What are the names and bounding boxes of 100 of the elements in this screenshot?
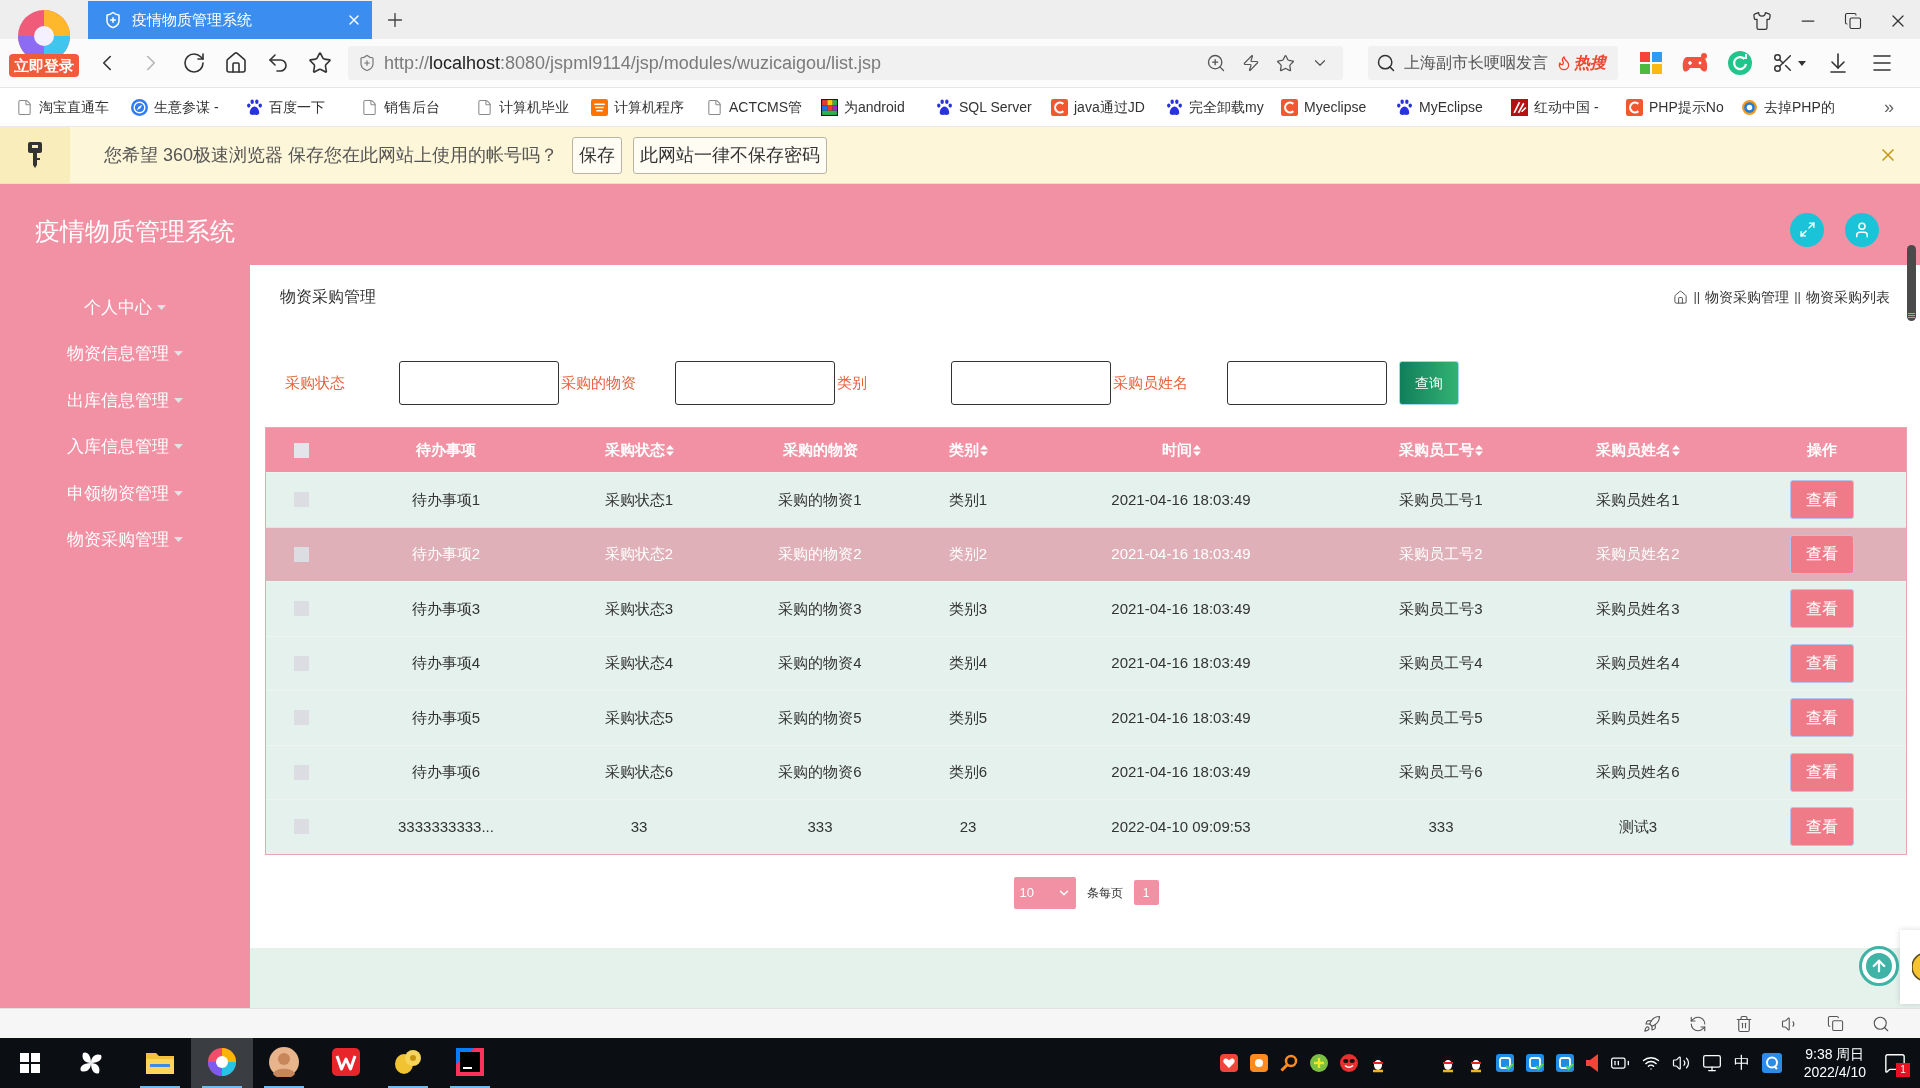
scissors-icon[interactable]	[1772, 52, 1794, 74]
table-cell-text: 2021-04-16 18:03:49	[1111, 707, 1251, 728]
magnifier-icon[interactable]	[1279, 1054, 1298, 1072]
check-tile-icon[interactable]	[1495, 1054, 1514, 1072]
search-field[interactable]: 上海副市长哽咽发言 热搜	[1368, 46, 1618, 80]
table-cell-text: 2021-04-16 18:03:49	[1111, 544, 1251, 564]
search-icon[interactable]	[1872, 1014, 1890, 1033]
sunglasses-face-icon[interactable]	[1339, 1054, 1358, 1072]
more-bookmarks[interactable]: »	[1884, 93, 1894, 121]
rocket-icon[interactable]	[1643, 1014, 1661, 1033]
table-cell-text: 采购员姓名1	[1596, 489, 1680, 510]
volume-icon[interactable]	[1671, 1054, 1690, 1072]
refresh-icon[interactable]	[1689, 1014, 1707, 1033]
bookmark-item[interactable]: 淘宝直通车	[16, 96, 131, 118]
per-page-label: 条每页	[1086, 884, 1123, 902]
check-tile-icon[interactable]	[1555, 1054, 1574, 1072]
star-icon[interactable]	[308, 51, 332, 75]
bookmark-item[interactable]: 红动中国 -	[1511, 96, 1626, 118]
shirt-icon[interactable]	[1752, 11, 1772, 31]
wifi-icon[interactable]	[1641, 1054, 1660, 1072]
input-field[interactable]	[1227, 361, 1387, 405]
ring-tile-icon[interactable]	[1761, 1053, 1782, 1073]
address-field[interactable]: http://localhost:8080/jspml9114/jsp/modules/wuzicaigou/list.jsp	[348, 46, 1343, 80]
table-cell-text: 采购的物资2	[778, 544, 862, 564]
input-field[interactable]	[399, 361, 559, 405]
paw-icon	[1166, 98, 1183, 116]
bookmark-item[interactable]: Myeclipse	[1281, 96, 1396, 118]
table-cell-text: 采购的物资3	[778, 598, 862, 619]
paw-icon	[936, 98, 953, 116]
bookmark-item[interactable]: 为android	[821, 96, 936, 118]
field-label: 类别	[837, 372, 868, 393]
table-cell-text: 采购员姓名3	[1596, 598, 1680, 619]
query-button[interactable]: 查询	[1399, 361, 1459, 405]
scrollbar-thumb[interactable]	[1907, 245, 1916, 321]
restore-icon[interactable]	[1844, 12, 1862, 30]
table-cell-text: 类别2	[948, 544, 988, 564]
undo-icon[interactable]	[266, 51, 290, 75]
page-icon	[16, 98, 33, 116]
check-tile-icon[interactable]	[1525, 1054, 1544, 1072]
prompt-button[interactable]: 此网站一律不保存密码	[633, 136, 828, 174]
prompt-button[interactable]: 保存	[572, 136, 623, 174]
bookmark-item[interactable]: 完全卸载my	[1166, 96, 1281, 118]
input-method-indicator[interactable]: 中	[1733, 1051, 1750, 1075]
breadcrumb-separator: ||	[1794, 288, 1801, 307]
table-cell-text: 2021-04-16 18:03:49	[1111, 598, 1251, 619]
app-tile-icon[interactable]	[1249, 1054, 1268, 1072]
bookmark-item[interactable]: 去掉PHP的	[1741, 96, 1856, 118]
window-icon[interactable]	[1827, 1015, 1844, 1032]
notification-icon[interactable]	[1884, 1052, 1906, 1074]
bookmark-item[interactable]: SQL Server	[936, 96, 1051, 118]
bookmark-item[interactable]: 百度一下	[246, 96, 361, 118]
input-field[interactable]	[675, 361, 835, 405]
home-icon[interactable]	[1673, 289, 1689, 305]
monitor-icon[interactable]	[1701, 1053, 1722, 1073]
input-field[interactable]	[951, 361, 1111, 405]
shield-icon	[104, 11, 122, 29]
checkbox[interactable]	[293, 546, 309, 562]
bookmark-item[interactable]: 计算机毕业	[476, 96, 591, 118]
page-icon	[476, 98, 493, 116]
lightning-icon[interactable]	[1242, 54, 1260, 72]
speaker-icon[interactable]	[1585, 1054, 1600, 1072]
gamepad-icon[interactable]	[1682, 52, 1708, 74]
bookmark-item[interactable]: PHP提示No	[1626, 96, 1741, 118]
field-label: 采购的物资	[561, 372, 637, 393]
home-icon[interactable]	[224, 51, 248, 75]
start-icon[interactable]	[20, 1053, 40, 1073]
table-cell-text: 类别4	[948, 653, 988, 673]
bookmark-item[interactable]: MyEclipse	[1396, 96, 1511, 118]
breadcrumb-link[interactable]: 物资采购列表	[1806, 286, 1890, 308]
bookmark-item[interactable]: 计算机程序	[591, 96, 706, 118]
table-cell-text: 采购员姓名5	[1596, 707, 1680, 728]
table-cell-text: 待办事项2	[411, 544, 481, 564]
arc-logo-icon	[1626, 98, 1643, 116]
table-cell-text: 333	[1428, 816, 1454, 837]
zoom-icon[interactable]	[1206, 53, 1226, 73]
bookmark-item[interactable]: ACTCMS管	[706, 96, 821, 118]
table-cell-text: 采购的物资1	[778, 489, 862, 510]
caret-icon[interactable]	[1798, 60, 1806, 66]
clock[interactable]: 9:38 周日 2022/4/10	[1803, 1045, 1866, 1081]
breadcrumb-link[interactable]: 物资采购管理	[1705, 286, 1790, 308]
app-grid-icon[interactable]	[1640, 52, 1662, 74]
trash-icon[interactable]	[1735, 1014, 1753, 1033]
bookmark-item[interactable]: java通过JD	[1051, 96, 1166, 118]
caret-icon	[174, 537, 183, 543]
side-widget[interactable]	[1900, 930, 1920, 1004]
column-header: 采购的物资	[782, 439, 858, 460]
caret-icon	[174, 397, 183, 403]
star-icon[interactable]	[1276, 53, 1295, 73]
reload-icon[interactable]	[182, 51, 206, 75]
taskbar-app[interactable]	[191, 1038, 253, 1088]
arc-logo-icon	[1281, 98, 1298, 116]
browser-icon	[208, 1048, 236, 1076]
checkbox[interactable]	[293, 442, 309, 458]
bookmark-item[interactable]: 生意参谋 -	[131, 96, 246, 118]
page-icon	[361, 98, 378, 116]
plus-circle-icon[interactable]	[1309, 1054, 1328, 1072]
caret-icon	[174, 490, 183, 496]
caret-icon	[174, 351, 183, 357]
bookmark-item[interactable]: 销售后台	[361, 96, 476, 118]
table-cell-text: 33	[630, 816, 648, 837]
